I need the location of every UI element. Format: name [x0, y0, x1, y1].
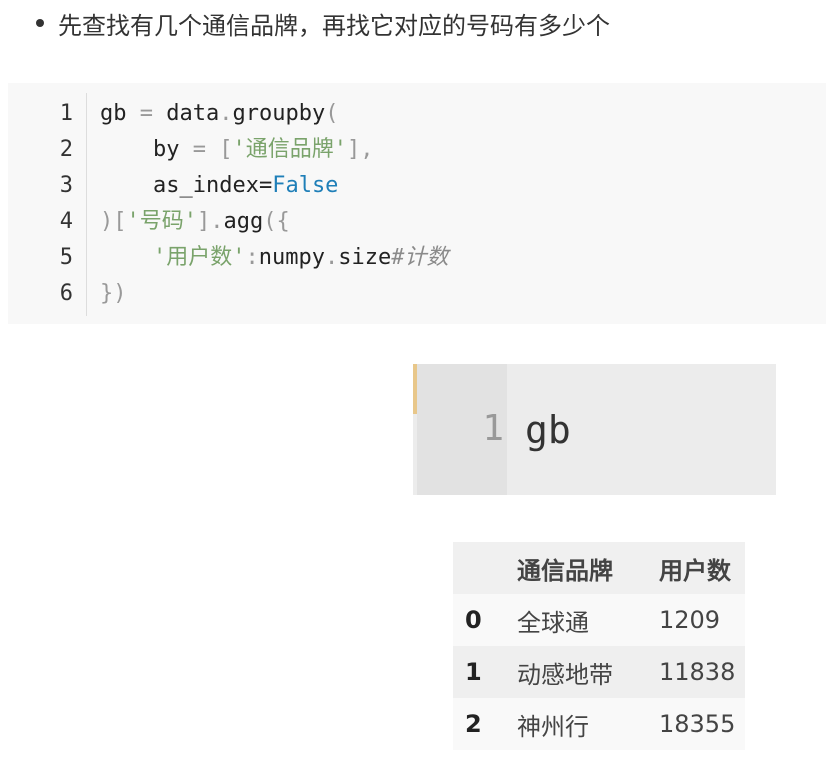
- code-token: .: [324, 245, 339, 270]
- count-cell: 1209: [659, 606, 721, 634]
- line-number: 4: [59, 209, 73, 234]
- code-token: [: [205, 137, 233, 162]
- count-cell: 18355: [659, 710, 736, 738]
- brand-cell: 动感地带: [517, 660, 613, 689]
- code-token: agg: [223, 209, 264, 234]
- code-token: False: [272, 173, 339, 198]
- code-token: .: [219, 101, 233, 126]
- table-row: 0 全球通 1209: [453, 594, 745, 646]
- code-token: (: [325, 101, 339, 126]
- code-token: as_index: [100, 173, 259, 198]
- count-cell: 11838: [659, 658, 736, 686]
- code-token: ],: [346, 137, 374, 162]
- code-line: gb = data.groupby(: [100, 96, 338, 132]
- dataframe-output-table: 通信品牌 用户数 0 全球通 1209 1 动感地带 11838 2 神州行 1…: [453, 542, 745, 750]
- line-number: 6: [59, 281, 73, 306]
- code-line: }): [100, 276, 127, 312]
- code-token: =: [139, 101, 153, 126]
- code-token: size: [338, 245, 392, 270]
- column-header-count: 用户数: [659, 556, 731, 585]
- row-index: 1: [465, 658, 482, 686]
- bullet-dot-icon: [36, 19, 44, 27]
- code-line: by = ['通信品牌'],: [100, 132, 374, 168]
- table-header-row: 通信品牌 用户数: [453, 542, 745, 594]
- cell-gutter: 1: [417, 364, 507, 495]
- code-token: '通信品牌': [232, 137, 347, 162]
- code-token: .: [210, 209, 224, 234]
- cell-code[interactable]: gb: [525, 408, 571, 452]
- code-line: as_index=False: [100, 168, 338, 204]
- brand-cell: 神州行: [517, 712, 589, 741]
- column-header-brand: 通信品牌: [517, 556, 613, 585]
- code-token: )[: [100, 209, 127, 234]
- code-token: gb: [100, 101, 140, 126]
- code-token: '号码': [126, 209, 198, 234]
- brand-cell: 全球通: [517, 608, 589, 637]
- table-row: 1 动感地带 11838: [453, 646, 745, 698]
- line-number: 2: [59, 137, 73, 162]
- bullet-text: 先查找有几个通信品牌，再找它对应的号码有多少个: [58, 11, 610, 40]
- cell-line-number: 1: [482, 408, 504, 449]
- code-token: =: [192, 137, 206, 162]
- code-token: numpy: [258, 245, 325, 270]
- code-token: #计数: [391, 245, 449, 270]
- column-header-index: [453, 542, 517, 594]
- code-line: '用户数':numpy.size#计数: [100, 240, 448, 276]
- line-number: 3: [59, 173, 73, 198]
- notebook-input-cell[interactable]: 1 gb: [413, 364, 776, 495]
- line-number: 5: [59, 245, 73, 270]
- code-line: )['号码'].agg({: [100, 204, 290, 240]
- row-index: 0: [465, 606, 482, 634]
- code-token: groupby: [232, 101, 326, 126]
- code-block: 123456 gb = data.groupby( by = ['通信品牌'],…: [8, 83, 826, 324]
- code-token: ]: [197, 209, 211, 234]
- bullet-item: 先查找有几个通信品牌，再找它对应的号码有多少个: [36, 6, 610, 40]
- code-token: =: [258, 173, 273, 198]
- code-token: data: [153, 101, 220, 126]
- line-number: 1: [59, 101, 73, 126]
- line-number-gutter: 1 2 3 4 5 6: [8, 93, 87, 316]
- code-token: by: [100, 137, 193, 162]
- table-row: 2 神州行 18355: [453, 698, 745, 750]
- code-token: }): [100, 281, 127, 306]
- code-token: '用户数': [152, 245, 246, 270]
- code-token: ({: [263, 209, 290, 234]
- row-index: 2: [465, 710, 482, 738]
- code-token: :: [245, 245, 259, 270]
